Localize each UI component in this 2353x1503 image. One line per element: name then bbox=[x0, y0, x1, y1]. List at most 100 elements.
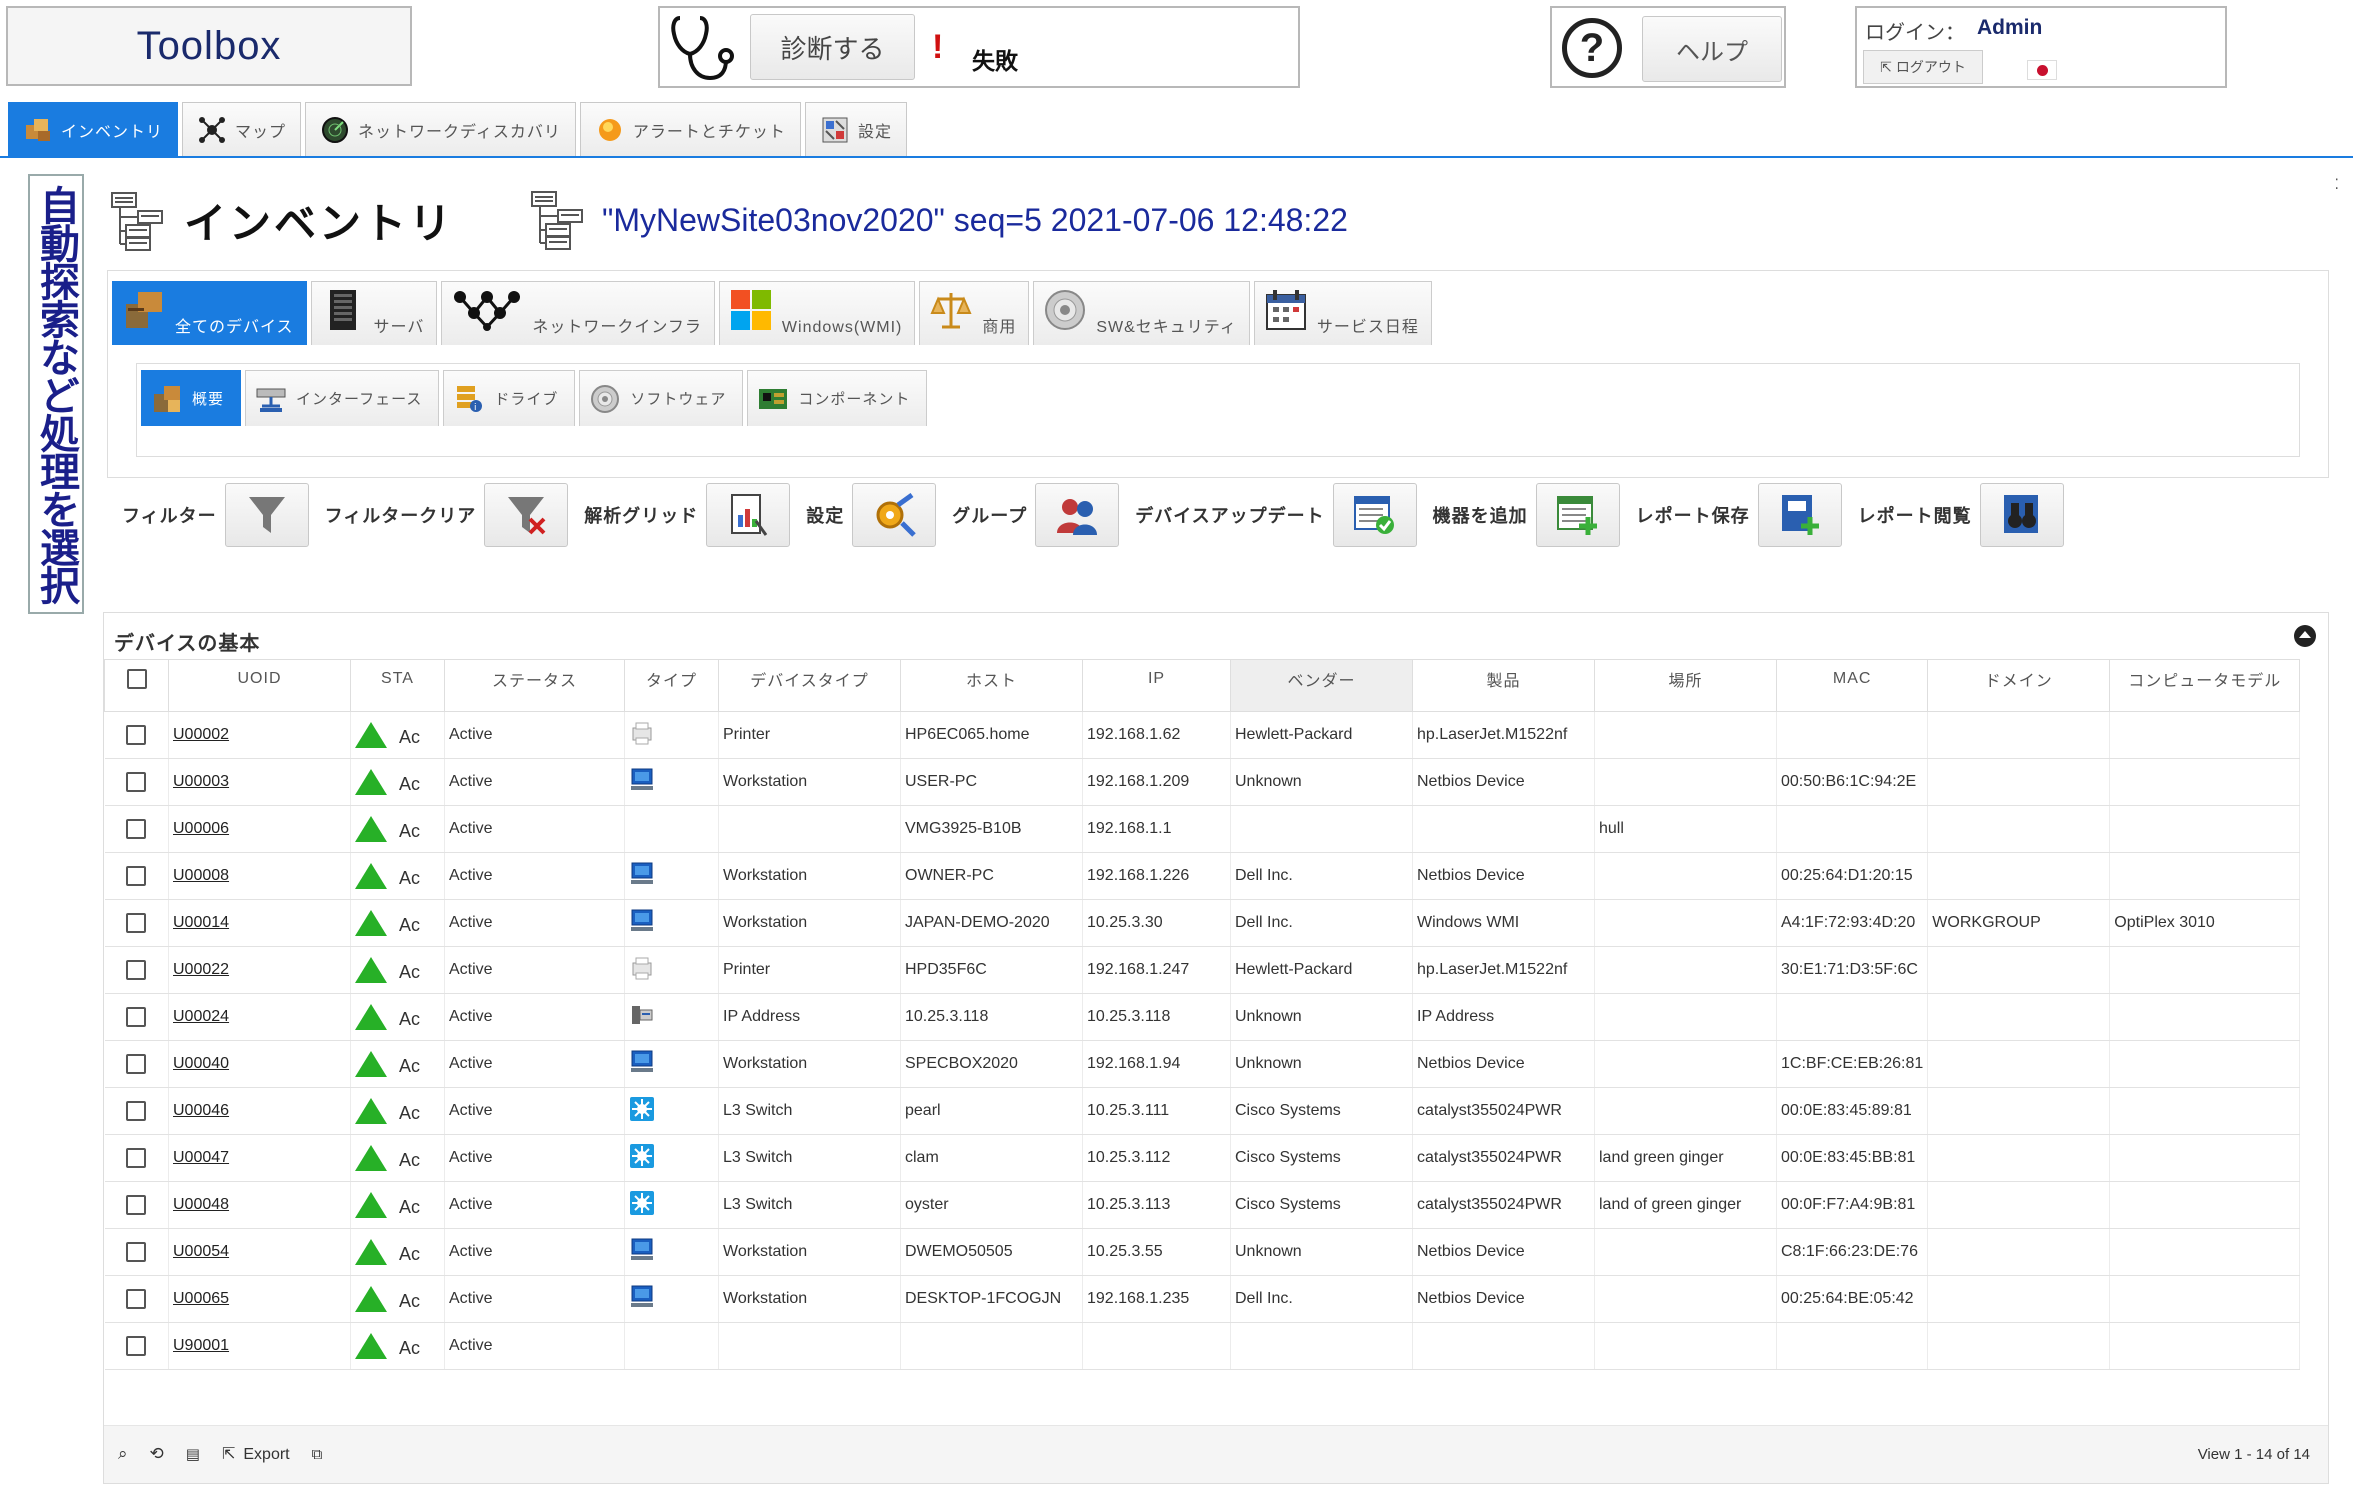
uoid-link[interactable]: U90001 bbox=[173, 1337, 229, 1354]
table-row[interactable]: U00046 Ac Active L3 Switch pearl 10.25.3.111 C… bbox=[104, 1087, 2301, 1135]
tab-settings[interactable]: 設定 bbox=[804, 102, 907, 156]
uoid-link[interactable]: U00046 bbox=[173, 1102, 229, 1119]
col-header-host[interactable]: ホスト bbox=[900, 659, 1083, 712]
col-header-type[interactable]: タイプ bbox=[624, 659, 719, 712]
row-checkbox[interactable] bbox=[126, 1101, 147, 1121]
domain-cell bbox=[1927, 1040, 2111, 1088]
col-header-sta[interactable]: STA bbox=[350, 659, 445, 712]
uoid-link[interactable]: U00065 bbox=[173, 1290, 229, 1307]
export-button[interactable]: ⇱ Export bbox=[222, 1444, 290, 1464]
uoid-link[interactable]: U00040 bbox=[173, 1055, 229, 1072]
uoid-link[interactable]: U00008 bbox=[173, 867, 229, 884]
col-header-status[interactable]: ステータス bbox=[444, 659, 625, 712]
table-row[interactable]: U90001 Ac Active bbox=[104, 1322, 2301, 1370]
tab-all-devices[interactable]: 全てのデバイス bbox=[112, 281, 307, 345]
analysis-grid-button[interactable] bbox=[706, 483, 791, 547]
select-all-checkbox[interactable] bbox=[126, 668, 147, 689]
uoid-link[interactable]: U00022 bbox=[173, 961, 229, 978]
settings-button[interactable] bbox=[852, 483, 937, 547]
row-checkbox[interactable] bbox=[126, 1148, 147, 1168]
tab-map[interactable]: マップ bbox=[182, 102, 302, 156]
table-row[interactable]: U00002 Ac Active Printer HP6EC065.home 192.16… bbox=[104, 711, 2301, 759]
table-row[interactable]: U00008 Ac Active Workstation OWNER-PC 192.168… bbox=[104, 852, 2301, 900]
device-type-cell bbox=[718, 1322, 901, 1370]
filter-clear-button[interactable] bbox=[484, 483, 569, 547]
col-header-mac[interactable]: MAC bbox=[1775, 659, 1929, 712]
filter-button[interactable] bbox=[224, 483, 309, 547]
tab-network-discovery[interactable]: ネットワークディスカバリ bbox=[305, 102, 576, 156]
uoid-link[interactable]: U00002 bbox=[173, 726, 229, 743]
print-icon[interactable]: ▤ bbox=[186, 1445, 200, 1463]
col-header-computer-model[interactable]: コンピュータモデル bbox=[2109, 659, 2301, 712]
japan-flag-icon[interactable] bbox=[2027, 60, 2057, 80]
table-row[interactable]: U00014 Ac Active Workstation JAPAN-DEMO-2020… bbox=[104, 899, 2301, 947]
col-header-uoid[interactable]: UOID bbox=[168, 659, 351, 712]
view-report-button[interactable] bbox=[1979, 483, 2064, 547]
uoid-link[interactable]: U00047 bbox=[173, 1149, 229, 1166]
vendor-cell: Hewlett-Packard bbox=[1230, 946, 1413, 994]
uoid-link[interactable]: U00014 bbox=[173, 914, 229, 931]
row-checkbox[interactable] bbox=[126, 772, 147, 792]
col-header-vendor[interactable]: ベンダー bbox=[1230, 659, 1413, 712]
device-type-cell: Workstation bbox=[718, 852, 901, 900]
uoid-link[interactable]: U00054 bbox=[173, 1243, 229, 1260]
col-header-product[interactable]: 製品 bbox=[1412, 659, 1595, 712]
table-row[interactable]: U00040 Ac Active Workstation SPECBOX2020 192.… bbox=[104, 1040, 2301, 1088]
table-row[interactable]: U00024 Ac Active IP Address 10.25.3.118 10.25… bbox=[104, 993, 2301, 1041]
group-button[interactable] bbox=[1035, 483, 1120, 547]
table-row[interactable]: U00065 Ac Active Workstation DESKTOP-1FCOGJN… bbox=[104, 1275, 2301, 1323]
row-checkbox[interactable] bbox=[126, 1289, 147, 1309]
row-checkbox[interactable] bbox=[126, 960, 147, 980]
table-row[interactable]: U00022 Ac Active Printer HPD35F6C 192.168.1.2… bbox=[104, 946, 2301, 994]
tab-servers[interactable]: サーバ bbox=[310, 281, 438, 345]
tab-inventory[interactable]: インベントリ bbox=[8, 102, 179, 156]
type-cell bbox=[624, 1040, 719, 1088]
tab-overview[interactable]: 概要 bbox=[141, 370, 242, 426]
refresh-icon[interactable]: ⟲ bbox=[150, 1444, 164, 1464]
table-row[interactable]: U00054 Ac Active Workstation DWEMO50505 10.25… bbox=[104, 1228, 2301, 1276]
row-checkbox[interactable] bbox=[126, 1336, 147, 1356]
tab-commercial[interactable]: 商用 bbox=[919, 281, 1030, 345]
tab-service-schedule[interactable]: サービス日程 bbox=[1253, 281, 1432, 345]
uoid-link[interactable]: U00024 bbox=[173, 1008, 229, 1025]
help-button[interactable]: ヘルプ bbox=[1642, 16, 1782, 82]
collapse-icon[interactable] bbox=[2294, 625, 2316, 647]
tab-components[interactable]: コンポーネント bbox=[747, 370, 928, 426]
popout-icon[interactable]: ⧉ bbox=[312, 1446, 323, 1463]
tab-interfaces[interactable]: インターフェース bbox=[245, 370, 440, 426]
col-header-location[interactable]: 場所 bbox=[1594, 659, 1777, 712]
uoid-link[interactable]: U00006 bbox=[173, 820, 229, 837]
row-checkbox[interactable] bbox=[126, 1054, 147, 1074]
row-checkbox[interactable] bbox=[126, 1007, 147, 1027]
row-checkbox[interactable] bbox=[126, 866, 147, 886]
tab-network-infra[interactable]: ネットワークインフラ bbox=[441, 281, 715, 345]
col-header-ip[interactable]: IP bbox=[1082, 659, 1231, 712]
row-checkbox[interactable] bbox=[126, 1195, 147, 1215]
add-device-button[interactable] bbox=[1535, 483, 1620, 547]
tab-sw-security[interactable]: SW&セキュリティ bbox=[1033, 281, 1250, 345]
logout-button[interactable]: ⇱ ログアウト bbox=[1863, 50, 1983, 84]
mac-cell bbox=[1776, 805, 1929, 853]
table-row[interactable]: U00048 Ac Active L3 Switch oyster 10.25.3.113… bbox=[104, 1181, 2301, 1229]
uoid-link[interactable]: U00048 bbox=[173, 1196, 229, 1213]
tab-windows-wmi[interactable]: Windows(WMI) bbox=[718, 281, 916, 345]
table-row[interactable]: U00047 Ac Active L3 Switch clam 10.25.3.112 Ci… bbox=[104, 1134, 2301, 1182]
col-header-domain[interactable]: ドメイン bbox=[1927, 659, 2111, 712]
mac-cell: 00:25:64:D1:20:15 bbox=[1776, 852, 1929, 900]
save-report-button[interactable] bbox=[1757, 483, 1842, 547]
row-checkbox[interactable] bbox=[126, 819, 147, 839]
uoid-link[interactable]: U00003 bbox=[173, 773, 229, 790]
table-row[interactable]: U00006 Ac Active VMG3925-B10B 192.168.1.1 hul… bbox=[104, 805, 2301, 853]
diagnose-button[interactable]: 診断する bbox=[750, 14, 915, 80]
table-row[interactable]: U00003 Ac Active Workstation USER-PC 192.168.… bbox=[104, 758, 2301, 806]
tab-software[interactable]: ソフトウェア bbox=[579, 370, 744, 426]
vendor-cell: Unknown bbox=[1230, 1228, 1413, 1276]
device-update-button[interactable] bbox=[1332, 483, 1417, 547]
col-header-device-type[interactable]: デバイスタイプ bbox=[718, 659, 901, 712]
tab-drives[interactable]: i ドライブ bbox=[443, 370, 576, 426]
row-checkbox[interactable] bbox=[126, 913, 147, 933]
search-icon[interactable]: ⌕ bbox=[118, 1444, 128, 1464]
tab-alerts-tickets[interactable]: アラートとチケット bbox=[579, 102, 801, 156]
row-checkbox[interactable] bbox=[126, 1242, 147, 1262]
row-checkbox[interactable] bbox=[126, 725, 147, 745]
